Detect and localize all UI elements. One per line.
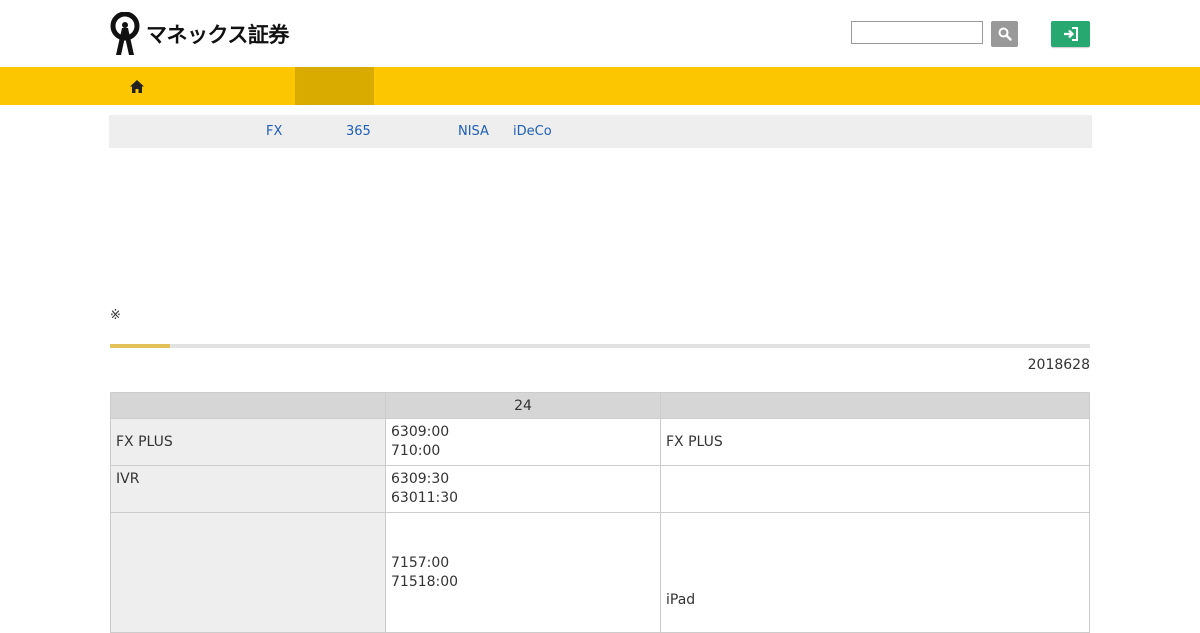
subnav-link-fx[interactable]: FX — [266, 124, 282, 139]
brand-name: マネックス証券 — [146, 23, 289, 47]
row-times: 7157:00 71518:00 — [385, 512, 661, 633]
search-icon — [998, 27, 1012, 41]
section-divider-accent — [110, 344, 170, 348]
home-icon — [130, 79, 144, 93]
table-row: FX PLUS 6309:00 710:00 FX PLUS — [110, 418, 1090, 466]
row-remark: FX PLUS — [660, 418, 1090, 466]
search-input[interactable] — [851, 21, 983, 44]
table-header-row: 24 — [110, 392, 1090, 419]
row-remark — [660, 465, 1090, 513]
time-end: 71518:00 — [391, 573, 459, 590]
row-remark-text: iPad — [666, 592, 696, 608]
row-label: FX PLUS — [110, 418, 386, 466]
row-label — [110, 512, 386, 633]
table-header-cell — [660, 392, 1090, 419]
maintenance-table: 24 FX PLUS 6309:00 710:00 FX PLUS IVR 63… — [110, 392, 1090, 633]
section-divider — [110, 344, 1090, 348]
time-end: 63011:30 — [391, 490, 459, 506]
table-row: 7157:00 71518:00 iPad — [110, 512, 1090, 633]
brand-logo[interactable]: マネックス証券 — [110, 12, 289, 56]
update-date: 2018628 — [1027, 357, 1090, 373]
login-button[interactable] — [1051, 21, 1090, 47]
subnav-link-365[interactable]: 365 — [346, 124, 371, 139]
sign-in-icon — [1063, 27, 1078, 41]
nav-home[interactable] — [118, 67, 156, 105]
row-label: IVR — [110, 465, 386, 513]
sub-nav: FX 365 NISA iDeCo — [109, 115, 1092, 148]
row-times: 6309:30 63011:30 — [385, 465, 661, 513]
subnav-link-ideco[interactable]: iDeCo — [513, 124, 552, 139]
table-header-cell: 24 — [385, 392, 661, 419]
row-remark: iPad — [660, 512, 1090, 633]
time-start: 6309:00 — [391, 424, 450, 440]
time-start: 7157:00 — [391, 554, 450, 571]
monex-logo-icon — [110, 12, 140, 55]
table-row: IVR 6309:30 63011:30 — [110, 465, 1090, 513]
table-header-cell — [110, 392, 386, 419]
subnav-link-nisa[interactable]: NISA — [458, 124, 489, 139]
search-button[interactable] — [991, 21, 1018, 47]
main-nav — [0, 67, 1200, 105]
nav-item-active[interactable] — [295, 67, 374, 105]
time-end: 710:00 — [391, 443, 441, 459]
row-times: 6309:00 710:00 — [385, 418, 661, 466]
time-start: 6309:30 — [391, 471, 450, 487]
note-mark: ※ — [110, 308, 121, 323]
site-header: マネックス証券 — [0, 0, 1200, 67]
